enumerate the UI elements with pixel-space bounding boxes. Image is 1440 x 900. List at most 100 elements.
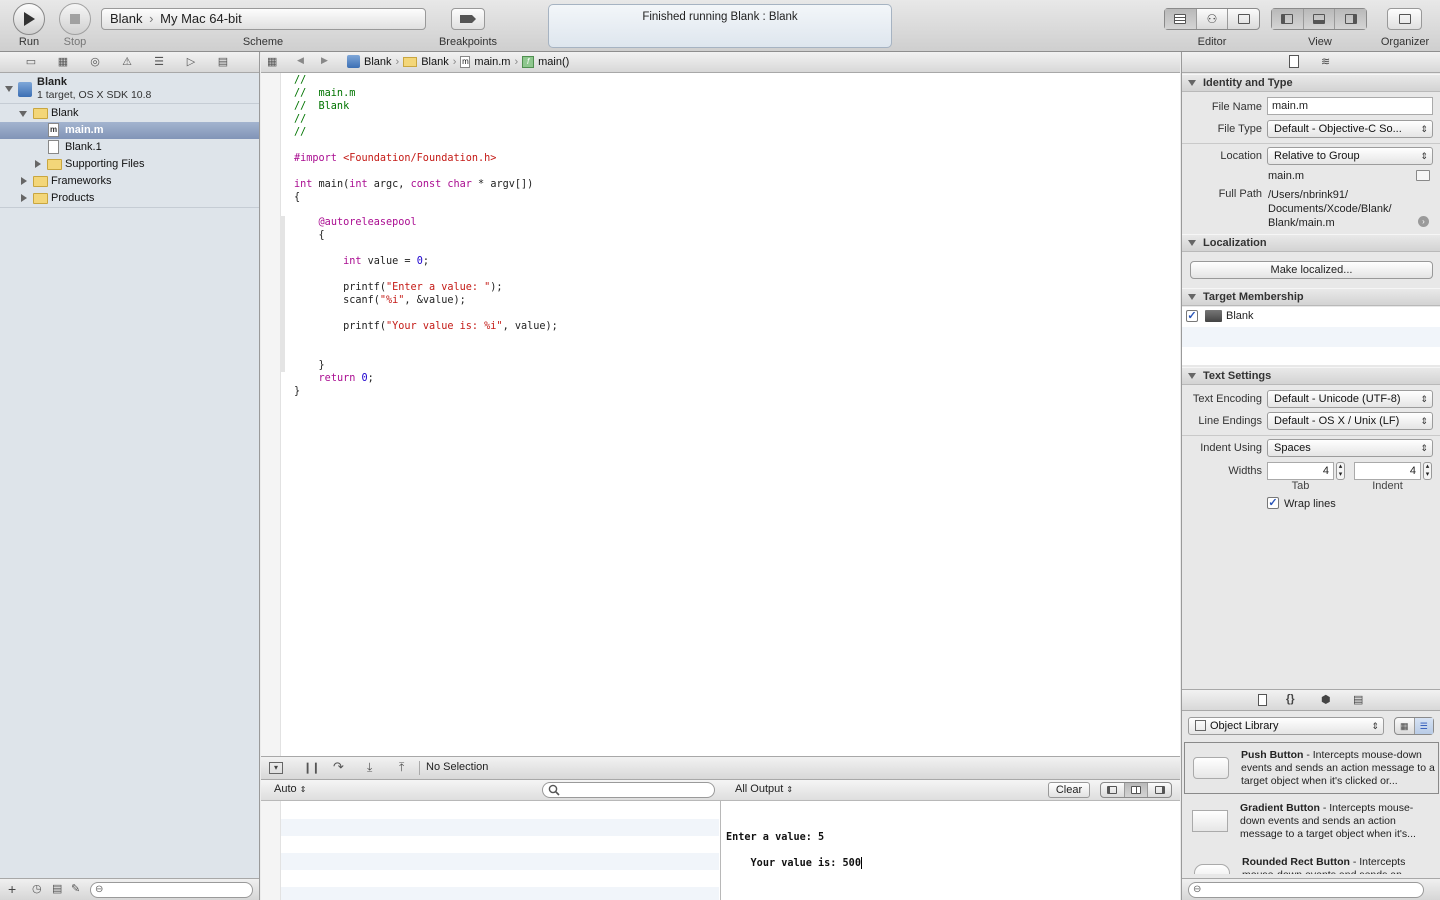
code-line[interactable]: {	[294, 229, 325, 242]
tab-width-field[interactable]: 4	[1267, 462, 1334, 480]
file-type-popup[interactable]: Default - Objective-C So... ⇕	[1267, 120, 1433, 138]
quick-help-tab-icon[interactable]: ≋	[1321, 55, 1330, 68]
code-snippet-library-tab-icon[interactable]: {}	[1286, 693, 1295, 705]
location-popup[interactable]: Relative to Group ⇕	[1267, 147, 1433, 165]
target-row[interactable]: ✓ Blank	[1182, 307, 1440, 327]
tree-item-supporting-files[interactable]: Supporting Files	[0, 156, 259, 173]
text-encoding-popup[interactable]: Default - Unicode (UTF-8) ⇕	[1267, 390, 1433, 408]
disclosure-expanded-icon[interactable]	[1188, 294, 1196, 300]
breadcrumb-project[interactable]: Blank	[364, 56, 392, 68]
tree-item-products[interactable]: Products	[0, 190, 259, 208]
code-line[interactable]: int main(int argc, const char * argv[])	[294, 178, 533, 191]
media-library-tab-icon[interactable]: ▤	[1353, 693, 1363, 706]
code-line[interactable]: }	[294, 359, 325, 372]
navigator-filter-field[interactable]: ⊖	[90, 882, 253, 898]
text-settings-header[interactable]: Text Settings	[1182, 367, 1440, 385]
standard-editor-button[interactable]	[1165, 9, 1197, 29]
code-line[interactable]: //	[294, 74, 306, 87]
disclosure-expanded-icon[interactable]	[1188, 240, 1196, 246]
project-row[interactable]: Blank 1 target, OS X SDK 10.8	[0, 74, 259, 104]
code-line[interactable]: scanf("%i", &value);	[294, 294, 466, 307]
tab-width-stepper[interactable]: ▴ ▾	[1336, 462, 1345, 480]
recent-files-filter-icon[interactable]: ◷	[32, 882, 42, 895]
target-membership-checkbox[interactable]: ✓	[1186, 310, 1198, 322]
variables-search-field[interactable]	[542, 782, 715, 798]
code-line[interactable]: printf("Your value is: %i", value);	[294, 320, 558, 333]
breadcrumb-file[interactable]: main.m	[474, 56, 510, 68]
indent-width-stepper[interactable]: ▴ ▾	[1423, 462, 1432, 480]
code-line[interactable]: //	[294, 113, 306, 126]
toggle-utilities-button[interactable]	[1335, 9, 1367, 29]
scheme-destination[interactable]: My Mac 64-bit	[160, 11, 242, 26]
disclosure-collapsed-icon[interactable]	[35, 160, 41, 168]
indent-using-popup[interactable]: Spaces ⇕	[1267, 439, 1433, 457]
code-line[interactable]: {	[294, 191, 300, 204]
debug-navigator-tab-icon[interactable]: ☰	[152, 56, 166, 68]
forward-arrow-icon[interactable]: ▶	[321, 55, 328, 66]
file-name-field[interactable]: main.m	[1267, 97, 1433, 115]
scheme-popup[interactable]: Blank › My Mac 64-bit	[101, 8, 426, 30]
related-files-icon[interactable]: ▦	[267, 55, 277, 68]
tree-item-frameworks[interactable]: Frameworks	[0, 173, 259, 190]
step-into-icon[interactable]: ⤓	[367, 760, 372, 775]
tree-item-blank-group[interactable]: Blank	[0, 105, 259, 122]
version-editor-button[interactable]	[1228, 9, 1259, 29]
disclosure-expanded-icon[interactable]	[19, 111, 27, 117]
breadcrumb-group[interactable]: Blank	[421, 56, 449, 68]
split-view-button[interactable]	[1124, 783, 1149, 797]
source-editor[interactable]: //// main.m// Blank////#import <Foundati…	[261, 73, 1180, 756]
search-navigator-tab-icon[interactable]: ◎	[88, 56, 102, 68]
log-navigator-tab-icon[interactable]: ▤	[216, 56, 230, 68]
run-button[interactable]	[13, 3, 45, 35]
assistant-editor-button[interactable]: ⚇	[1197, 9, 1229, 29]
disclosure-expanded-icon[interactable]	[5, 86, 13, 92]
console-only-button[interactable]	[1148, 783, 1171, 797]
library-view-mode[interactable]: ▦ ☰	[1394, 717, 1434, 735]
list-view-button[interactable]: ☰	[1414, 718, 1433, 734]
object-library-tab-icon[interactable]: ⬢	[1321, 693, 1331, 706]
pause-icon[interactable]: ❙❙	[303, 761, 320, 774]
disclosure-expanded-icon[interactable]	[1188, 373, 1196, 379]
code-folding-ribbon[interactable]	[280, 216, 285, 372]
code-line[interactable]: return 0;	[294, 372, 374, 385]
library-filter-field[interactable]: ⊖	[1188, 882, 1424, 898]
code-line[interactable]: // Blank	[294, 100, 349, 113]
variables-view[interactable]	[261, 801, 721, 900]
clear-console-button[interactable]: Clear	[1048, 782, 1090, 798]
output-scope-popup[interactable]: All Output ⇕	[735, 783, 793, 795]
step-out-icon[interactable]: ⤒	[399, 760, 404, 775]
tree-item-blank-1[interactable]: Blank.1	[0, 139, 259, 156]
reveal-in-finder-icon[interactable]: ›	[1418, 216, 1429, 227]
code-line[interactable]: int value = 0;	[294, 255, 429, 268]
unsaved-filter-icon[interactable]: ✎	[71, 882, 80, 895]
choose-file-icon[interactable]	[1416, 170, 1430, 181]
hide-debug-area-icon[interactable]: ▾	[269, 762, 283, 774]
thread-selection[interactable]: No Selection	[426, 761, 488, 773]
variables-scope-popup[interactable]: Auto ⇕	[274, 783, 306, 795]
breakpoint-navigator-tab-icon[interactable]: ▷	[184, 56, 198, 68]
breadcrumb-symbol[interactable]: main()	[538, 56, 569, 68]
code-line[interactable]: printf("Enter a value: ");	[294, 281, 503, 294]
toggle-navigator-button[interactable]	[1272, 9, 1304, 29]
toggle-debug-area-button[interactable]	[1303, 9, 1336, 29]
code-line[interactable]: }	[294, 385, 300, 398]
variables-only-button[interactable]	[1101, 783, 1125, 797]
disclosure-expanded-icon[interactable]	[1188, 80, 1196, 86]
symbol-navigator-tab-icon[interactable]: ▦	[56, 56, 70, 68]
source-control-filter-icon[interactable]: ▤	[52, 882, 62, 895]
console-layout-selector[interactable]	[1100, 782, 1172, 798]
code-line[interactable]: //	[294, 126, 306, 139]
tree-item-main-m[interactable]: m main.m	[0, 122, 259, 139]
code-line[interactable]: #import <Foundation/Foundation.h>	[294, 152, 496, 165]
back-arrow-icon[interactable]: ◀	[297, 55, 304, 66]
breakpoints-button[interactable]	[451, 8, 485, 30]
wrap-lines-checkbox[interactable]: ✓	[1267, 497, 1279, 509]
localization-header[interactable]: Localization	[1182, 234, 1440, 252]
editor-gutter[interactable]	[261, 73, 285, 756]
console-output[interactable]: Enter a value: 5 Your value is: 500	[721, 801, 1180, 900]
view-selector[interactable]	[1271, 8, 1367, 30]
library-item[interactable]: Rounded Rect Button - Intercepts mouse-d…	[1186, 850, 1439, 874]
issue-navigator-tab-icon[interactable]: ⚠	[120, 56, 134, 68]
project-navigator-tab-icon[interactable]: ▭	[24, 56, 38, 68]
identity-and-type-header[interactable]: Identity and Type	[1182, 74, 1440, 92]
